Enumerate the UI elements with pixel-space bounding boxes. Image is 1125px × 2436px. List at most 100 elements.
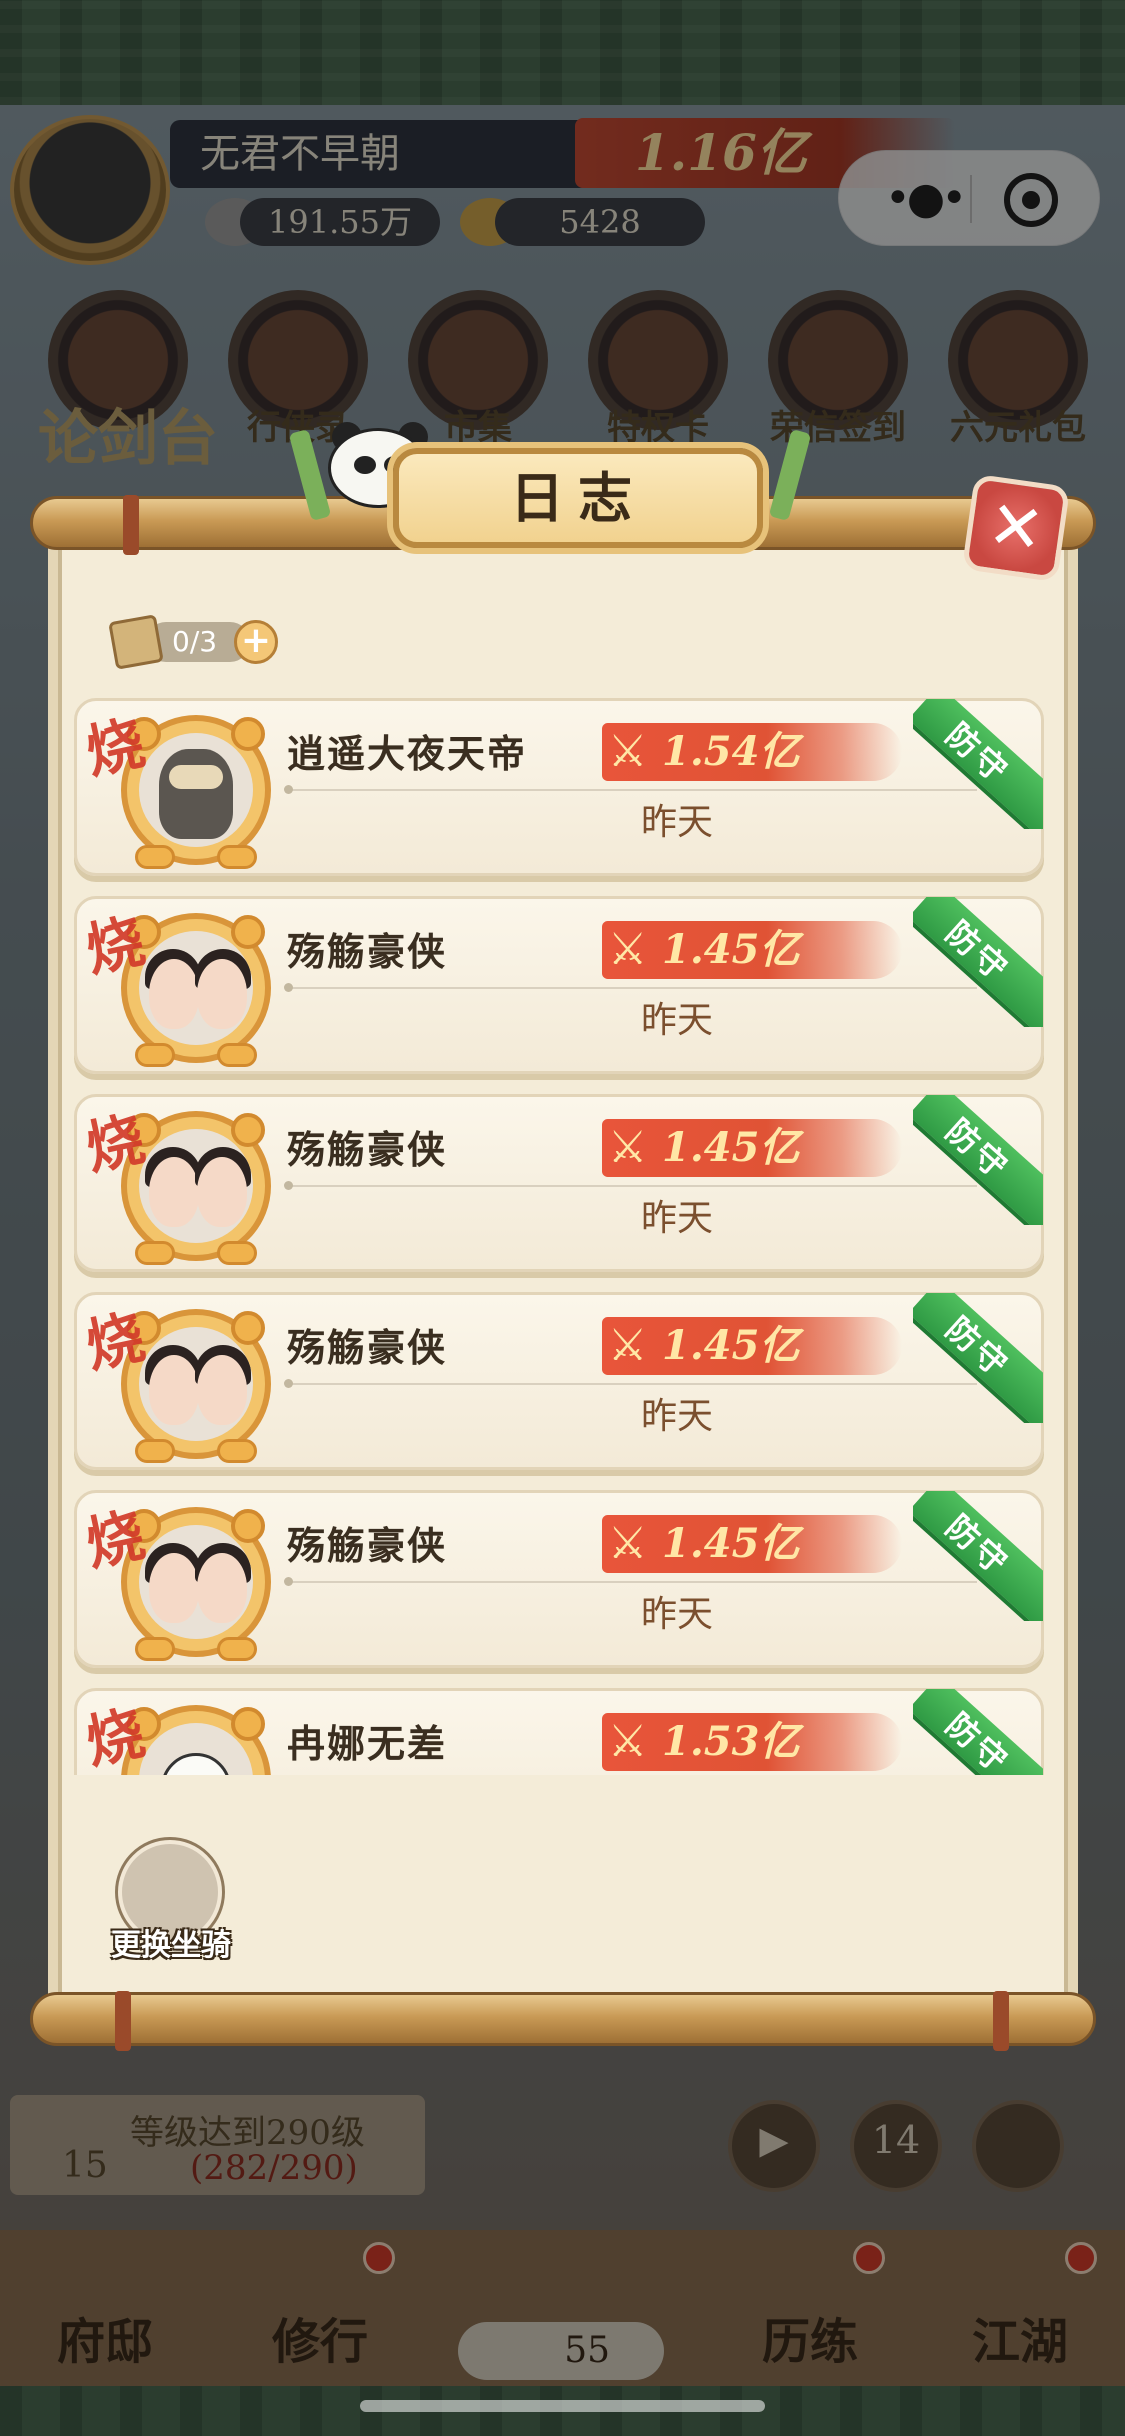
sword-icon: ⚔: [608, 1518, 648, 1569]
opponent-power: ⚔ 1.53亿: [602, 1713, 902, 1771]
log-list[interactable]: 烧 逍遥大夜天帝 ⚔ 1.54亿 昨天 防守 烧 殇觞豪侠 ⚔ 1.45亿 昨天 防…: [74, 690, 1054, 1775]
arena-title: 论剑台: [38, 404, 218, 474]
power-value: 1.45亿: [662, 1520, 800, 1567]
log-row[interactable]: 烧 殇觞豪侠 ⚔ 1.45亿 昨天 防守: [74, 1094, 1044, 1272]
nav-cultivate[interactable]: 修行: [225, 2230, 415, 2386]
scroll-ticket-icon: [108, 614, 164, 670]
opponent-avatar[interactable]: [121, 1507, 271, 1661]
opponent-avatar[interactable]: [121, 1309, 271, 1463]
nav-jianghu[interactable]: 江湖: [925, 2230, 1115, 2386]
scroll-rod-bottom: [30, 1991, 1096, 2051]
dialog-title-plaque: 日志: [393, 448, 763, 548]
player-avatar[interactable]: [10, 115, 170, 265]
opponent-power: ⚔ 1.45亿: [602, 1515, 902, 1573]
top-icon-label: 荣信签到: [770, 408, 906, 448]
defense-tag-label: 防守: [913, 1095, 1043, 1225]
miniprogram-capsule: •●•: [838, 150, 1100, 246]
opponent-name: 殇觞豪侠: [287, 1523, 448, 1568]
plus-icon[interactable]: +: [234, 620, 278, 664]
defense-tag: 防守: [913, 1095, 1043, 1225]
log-time: 昨天: [640, 1594, 713, 1635]
opponent-avatar[interactable]: [121, 1111, 271, 1265]
log-row[interactable]: 烧 冉娜无差 ⚔1.53亿 昨天 防守: [74, 1688, 1044, 1775]
power-value: 1.54亿: [662, 728, 800, 775]
change-mount-button[interactable]: 更换坐骑: [96, 1840, 246, 1990]
sword-icon: ⚔: [608, 1716, 648, 1767]
row-divider: [284, 1577, 977, 1586]
defense-tag: 防守: [913, 897, 1043, 1027]
top-icon-label: 特权卡: [607, 408, 709, 448]
defense-tag-label: 防守: [913, 1491, 1043, 1621]
rod-tie: [123, 495, 139, 555]
notification-dot: [1065, 2242, 1097, 2274]
player-name: 无君不早朝: [170, 120, 590, 188]
gold-amount: 5428: [495, 198, 705, 246]
burn-stamp: 烧: [79, 1104, 151, 1184]
defense-tag-label: 防守: [913, 699, 1043, 829]
opponent-power: ⚔ 1.45亿: [602, 1119, 902, 1177]
nav-training[interactable]: 历练: [715, 2230, 905, 2386]
bag-button[interactable]: [972, 2100, 1064, 2192]
burn-stamp: 烧: [79, 1302, 151, 1382]
change-mount-label: 更换坐骑: [111, 1928, 231, 1963]
burn-stamp: 烧: [79, 1500, 151, 1580]
defense-tag-label: 防守: [913, 897, 1043, 1027]
burn-stamp: 烧: [79, 906, 151, 986]
capsule-divider: [970, 175, 972, 223]
log-row[interactable]: 烧 殇觞豪侠 ⚔ 1.45亿 昨天 防守: [74, 896, 1044, 1074]
power-value: 1.45亿: [662, 926, 800, 973]
dialog-title: 日志: [510, 466, 646, 530]
opponent-name: 殇觞豪侠: [287, 929, 448, 974]
home-indicator[interactable]: [360, 2400, 765, 2412]
sword-icon: ⚔: [608, 1122, 648, 1173]
sword-icon: ⚔: [608, 1320, 648, 1371]
log-row[interactable]: 烧 逍遥大夜天帝 ⚔ 1.54亿 昨天 防守: [74, 698, 1044, 876]
count-label: 14: [871, 2118, 921, 2162]
bamboo-border-top: [0, 0, 1125, 105]
nav-label: 修行: [271, 2314, 368, 2370]
quest-text: 等级达到290级: [130, 2113, 365, 2153]
nav-label: 府邸: [56, 2314, 153, 2370]
defense-tag-label: 防守: [913, 1293, 1043, 1423]
center-count: 55: [458, 2322, 664, 2380]
close-button[interactable]: ✕: [961, 473, 1071, 583]
nav-label: 历练: [761, 2314, 858, 2370]
opponent-avatar[interactable]: [121, 913, 271, 1067]
challenge-tickets: 0/3 +: [108, 614, 278, 670]
defense-tag: 防守: [913, 1491, 1043, 1621]
rod-tie: [993, 1991, 1009, 2051]
top-icon-label: 六元礼包: [950, 408, 1086, 448]
defense-tag: 防守: [913, 1293, 1043, 1423]
power-value: 1.45亿: [662, 1124, 800, 1171]
sword-icon: ⚔: [608, 924, 648, 975]
log-time: 昨天: [640, 1396, 713, 1437]
log-time: 昨天: [640, 802, 713, 843]
log-time: 昨天: [640, 1000, 713, 1041]
notification-dot: [853, 2242, 885, 2274]
burn-stamp: 烧: [79, 1698, 151, 1775]
rod-tie: [115, 1991, 131, 2051]
defense-tag: 防守: [913, 1689, 1043, 1775]
quest-progress: (282/290): [190, 2148, 358, 2188]
power-value: 1.53亿: [662, 1718, 800, 1765]
play-icon: ▶: [759, 2118, 789, 2162]
opponent-name: 冉娜无差: [287, 1721, 448, 1766]
row-divider: [284, 1379, 977, 1388]
log-time: 昨天: [640, 1198, 713, 1239]
row-divider: [284, 785, 977, 794]
row-divider: [284, 983, 977, 992]
defense-tag-label: 防守: [913, 1689, 1043, 1775]
quest-level: 15: [62, 2145, 108, 2186]
opponent-power: ⚔ 1.45亿: [602, 921, 902, 979]
sword-icon: ⚔: [608, 726, 648, 777]
silver-amount: 191.55万: [240, 198, 440, 246]
defense-tag: 防守: [913, 699, 1043, 829]
opponent-name: 逍遥大夜天帝: [287, 731, 528, 776]
power-value: 1.45亿: [662, 1322, 800, 1369]
log-row[interactable]: 烧 殇觞豪侠 ⚔ 1.45亿 昨天 防守: [74, 1292, 1044, 1470]
nav-mansion[interactable]: 府邸: [10, 2230, 200, 2386]
opponent-avatar[interactable]: [121, 715, 271, 869]
notification-dot: [363, 2242, 395, 2274]
log-row[interactable]: 烧 殇觞豪侠 ⚔ 1.45亿 昨天 防守: [74, 1490, 1044, 1668]
target-icon[interactable]: [1004, 173, 1058, 227]
